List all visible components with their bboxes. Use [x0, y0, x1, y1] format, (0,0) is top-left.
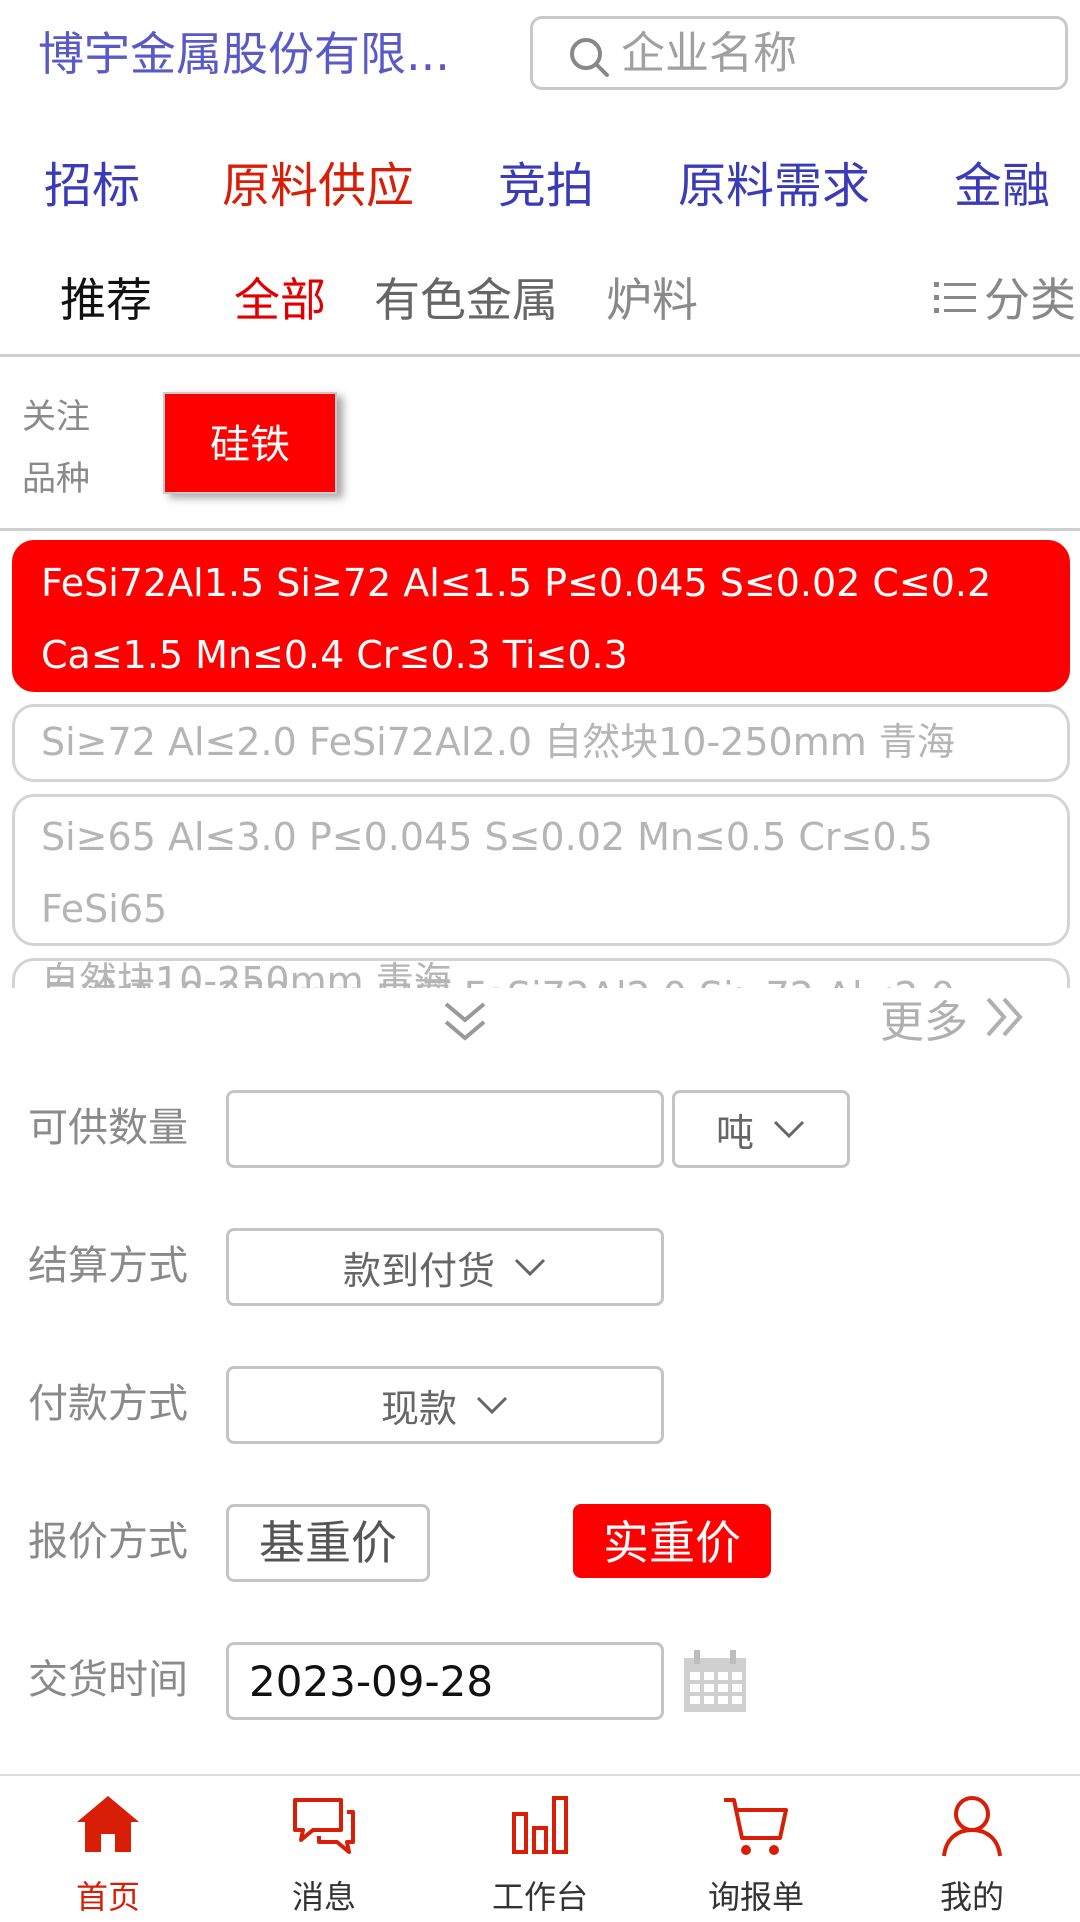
topnav-material-demand[interactable]: 原料需求	[678, 150, 870, 222]
workbench-icon	[510, 1794, 570, 1858]
user-icon	[940, 1794, 1004, 1862]
delivery-date-input[interactable]	[229, 1645, 661, 1717]
quantity-input[interactable]	[229, 1093, 661, 1165]
variety-tag-ferrosilicon[interactable]: 硅铁	[163, 392, 337, 494]
delivery-label: 交货时间	[28, 1657, 188, 1703]
message-icon	[289, 1794, 359, 1860]
bottom-nav: 首页 消息 工作台 询报单 我的	[0, 1774, 1080, 1922]
expand-chevron-icon[interactable]	[440, 998, 490, 1050]
delivery-date-field[interactable]	[226, 1642, 664, 1720]
actual-weight-price-button[interactable]: 实重价	[573, 1504, 771, 1578]
search-box[interactable]	[530, 16, 1068, 90]
topnav-bidding[interactable]: 招标	[44, 150, 140, 222]
category-button[interactable]: 分类	[932, 268, 1076, 332]
nav-mine[interactable]: 我的	[864, 1776, 1080, 1922]
unit-select[interactable]: 吨	[672, 1090, 850, 1168]
category-label: 分类	[984, 273, 1076, 327]
quantity-field[interactable]	[226, 1090, 664, 1168]
chevron-down-icon	[514, 1258, 546, 1277]
chevron-down-icon	[476, 1396, 508, 1415]
settlement-select[interactable]: 款到付货	[226, 1228, 664, 1306]
settlement-label: 结算方式	[28, 1243, 188, 1289]
nav-messages[interactable]: 消息	[216, 1776, 432, 1922]
spec-option[interactable]: Si≥65 Al≤3.0 P≤0.045 S≤0.02 Mn≤0.5 Cr≤0.…	[12, 794, 1070, 988]
follow-variety-label: 关注 品种	[22, 397, 90, 499]
tab-furnace-charge[interactable]: 炉料	[606, 268, 698, 332]
spec-option[interactable]: Si≥72 Al≤2.0 FeSi72Al2.0 自然块10-250mm 青海	[12, 704, 1070, 782]
payment-select[interactable]: 现款	[226, 1366, 664, 1444]
base-weight-price-button[interactable]: 基重价	[226, 1504, 430, 1582]
topnav-finance[interactable]: 金融	[954, 150, 1050, 222]
double-chevron-right-icon	[982, 990, 1028, 1060]
topnav-material-supply[interactable]: 原料供应	[222, 150, 414, 222]
tab-all[interactable]: 全部	[234, 268, 326, 332]
search-input[interactable]	[621, 25, 1041, 81]
nav-home[interactable]: 首页	[0, 1776, 216, 1922]
cart-icon	[722, 1794, 790, 1862]
divider	[0, 354, 1080, 357]
quantity-label: 可供数量	[28, 1105, 188, 1151]
nav-workbench[interactable]: 工作台	[432, 1776, 648, 1922]
tab-recommend[interactable]: 推荐	[60, 268, 152, 332]
tab-nonferrous-metals[interactable]: 有色金属	[374, 268, 558, 332]
topnav-auction[interactable]: 竞拍	[498, 150, 594, 222]
spec-option[interactable]: 自然块10-250mm 内蒙 FeSi72Al2.0 Si≥72 Al≤2.0	[12, 958, 1070, 988]
home-icon	[75, 1794, 141, 1858]
calendar-icon[interactable]	[682, 1650, 748, 1718]
search-icon	[567, 35, 611, 83]
pricing-label: 报价方式	[28, 1519, 188, 1565]
more-link[interactable]: 更多	[880, 988, 1028, 1058]
spec-option[interactable]: FeSi72Al1.5 Si≥72 Al≤1.5 P≤0.045 S≤0.02 …	[12, 540, 1070, 692]
payment-label: 付款方式	[28, 1381, 188, 1427]
company-name[interactable]: 博宇金属股份有限...	[38, 18, 478, 90]
spec-list[interactable]: FeSi72Al1.5 Si≥72 Al≤1.5 P≤0.045 S≤0.02 …	[0, 540, 1080, 988]
chevron-down-icon	[773, 1120, 805, 1139]
divider	[0, 528, 1080, 531]
list-icon	[932, 272, 978, 336]
nav-inquiry[interactable]: 询报单	[648, 1776, 864, 1922]
